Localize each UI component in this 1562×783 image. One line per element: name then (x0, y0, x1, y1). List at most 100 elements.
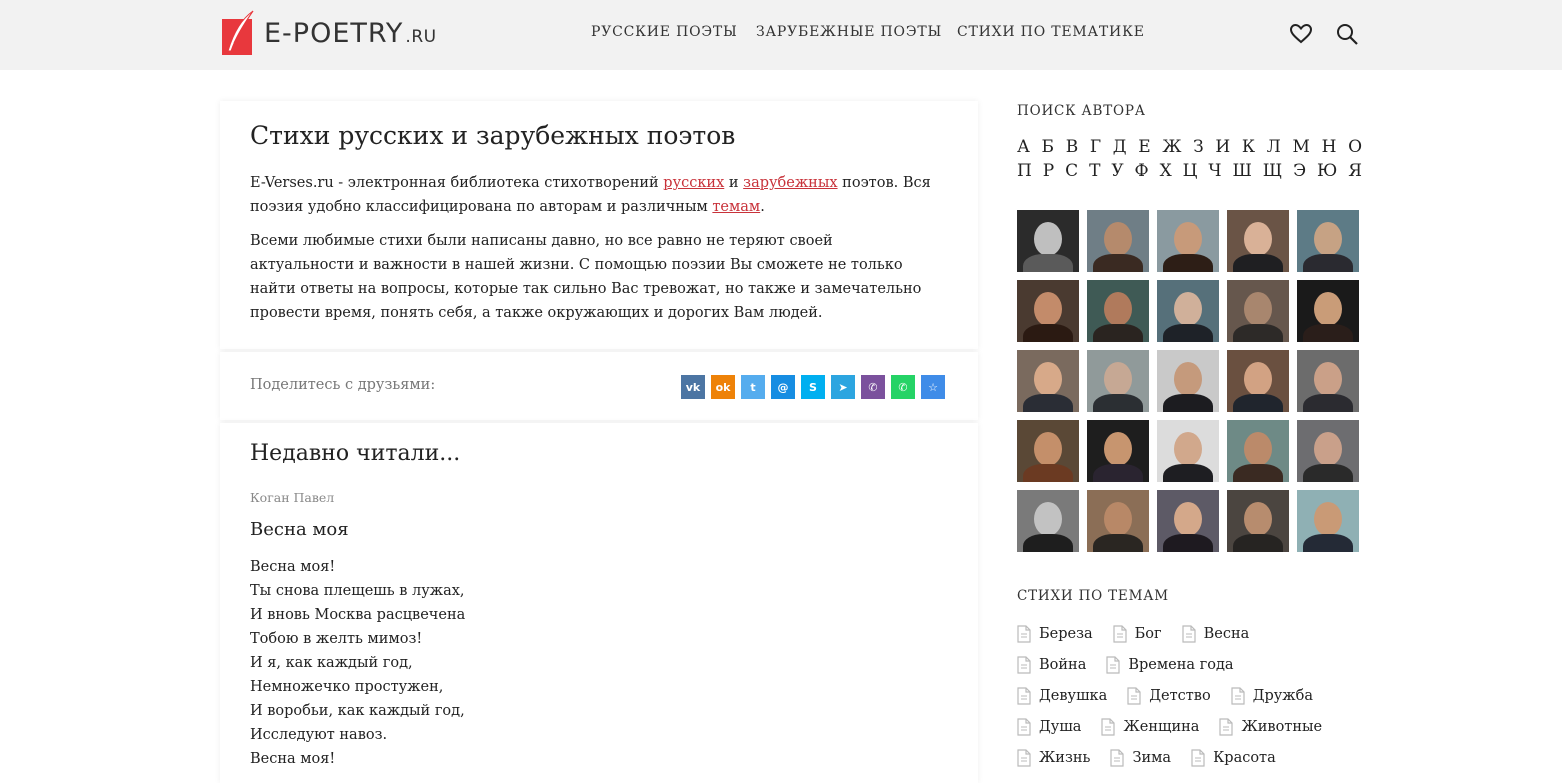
share-twitter-button[interactable]: t (741, 375, 765, 399)
author-portrait[interactable] (1297, 490, 1359, 552)
alphabet-letter[interactable]: Э (1293, 161, 1306, 181)
share-whatsapp-button[interactable]: ✆ (891, 375, 915, 399)
alphabet-letter[interactable]: У (1111, 161, 1123, 181)
link-russian[interactable]: русских (663, 175, 724, 191)
alphabet-letter[interactable]: Р (1043, 161, 1054, 181)
poem-title[interactable]: Весна моя (250, 519, 349, 540)
topic-link[interactable]: Времена года (1106, 655, 1234, 674)
topic-link[interactable]: Душа (1017, 717, 1081, 736)
alphabet-letter[interactable]: В (1066, 137, 1079, 157)
author-portrait[interactable] (1227, 490, 1289, 552)
author-portrait[interactable] (1017, 210, 1079, 272)
share-odnoklassniki-button[interactable]: ok (711, 375, 735, 399)
site-logo[interactable]: E-POETRY .RU (220, 8, 437, 58)
alphabet-letter[interactable]: Ш (1232, 161, 1251, 181)
topic-link[interactable]: Береза (1017, 624, 1093, 643)
alphabet-letter[interactable]: С (1065, 161, 1078, 181)
alphabet-letter[interactable]: М (1293, 137, 1310, 157)
author-portrait[interactable] (1017, 350, 1079, 412)
topic-link[interactable]: Бог (1113, 624, 1162, 643)
topic-link[interactable]: Девушка (1017, 686, 1107, 705)
nav-russian-poets[interactable]: РУССКИЕ ПОЭТЫ (591, 24, 738, 40)
author-portrait[interactable] (1297, 420, 1359, 482)
search-icon[interactable] (1335, 22, 1359, 46)
alphabet-letter[interactable]: Ц (1183, 161, 1198, 181)
author-portrait[interactable] (1297, 350, 1359, 412)
topic-label: Бог (1134, 625, 1162, 642)
alphabet-letter[interactable]: З (1193, 137, 1204, 157)
portrait-body (1233, 324, 1283, 342)
portrait-body (1023, 324, 1073, 342)
document-icon (1231, 686, 1245, 705)
share-viber-button[interactable]: ✆ (861, 375, 885, 399)
author-portrait[interactable] (1157, 210, 1219, 272)
alphabet-letter[interactable]: Ф (1135, 161, 1149, 181)
poem-line: Весна моя! (250, 751, 336, 767)
alphabet-letter[interactable]: Е (1138, 137, 1150, 157)
link-themes[interactable]: темам (712, 199, 760, 215)
share-vk-button[interactable]: vk (681, 375, 705, 399)
alphabet-letter[interactable]: Н (1322, 137, 1337, 157)
alphabet-letter[interactable]: Л (1267, 137, 1281, 157)
topic-link[interactable]: Дружба (1231, 686, 1313, 705)
link-foreign[interactable]: зарубежных (743, 175, 837, 191)
topic-link[interactable]: Животные (1219, 717, 1322, 736)
author-portrait[interactable] (1297, 210, 1359, 272)
document-icon (1219, 717, 1234, 736)
alphabet-letter[interactable]: Ж (1162, 137, 1181, 157)
author-portrait[interactable] (1227, 350, 1289, 412)
portrait-face (1174, 292, 1202, 326)
topic-link[interactable]: Зима (1110, 748, 1171, 767)
topic-link[interactable]: Война (1017, 655, 1086, 674)
alphabet-letter[interactable]: Х (1160, 161, 1172, 181)
alphabet-letter[interactable]: Я (1348, 161, 1362, 181)
author-portrait[interactable] (1087, 210, 1149, 272)
author-portrait[interactable] (1017, 490, 1079, 552)
portrait-body (1163, 534, 1213, 552)
alphabet-letter[interactable]: А (1017, 137, 1030, 157)
alphabet-letter[interactable]: Т (1089, 161, 1100, 181)
share-skype-button[interactable]: S (801, 375, 825, 399)
alphabet-letter[interactable]: П (1017, 161, 1032, 181)
alphabet-letter[interactable]: Ю (1317, 161, 1337, 181)
topic-link[interactable]: Женщина (1101, 717, 1199, 736)
author-portrait[interactable] (1227, 420, 1289, 482)
nav-poems-by-theme[interactable]: СТИХИ ПО ТЕМАТИКЕ (957, 24, 1145, 40)
topic-link[interactable]: Детство (1127, 686, 1211, 705)
alphabet-letter[interactable]: Ч (1208, 161, 1221, 181)
author-portrait[interactable] (1087, 420, 1149, 482)
nav-foreign-poets[interactable]: ЗАРУБЕЖНЫЕ ПОЭТЫ (756, 24, 942, 40)
author-portrait[interactable] (1157, 420, 1219, 482)
author-portrait[interactable] (1087, 350, 1149, 412)
alphabet-letter[interactable]: Г (1090, 137, 1101, 157)
author-portrait[interactable] (1297, 280, 1359, 342)
topic-label: Весна (1203, 625, 1250, 642)
topic-link[interactable]: Красота (1191, 748, 1276, 767)
alphabet-letter[interactable]: Б (1042, 137, 1055, 157)
topic-link[interactable]: Весна (1182, 624, 1250, 643)
author-portrait[interactable] (1087, 280, 1149, 342)
alphabet-letter[interactable]: И (1215, 137, 1230, 157)
document-icon (1182, 624, 1196, 643)
author-portrait[interactable] (1087, 490, 1149, 552)
share-card: Поделитесь с друзьями: vk ok t @ S ➤ ✆ ✆ ☆ (220, 352, 978, 420)
share-favorites-button[interactable]: ☆ (921, 375, 945, 399)
portrait-face (1174, 502, 1202, 536)
author-portrait[interactable] (1157, 490, 1219, 552)
author-portrait[interactable] (1017, 420, 1079, 482)
poem-author[interactable]: Коган Павел (250, 490, 334, 505)
author-portrait[interactable] (1017, 280, 1079, 342)
alphabet-letter[interactable]: Д (1113, 137, 1127, 157)
topic-link[interactable]: Жизнь (1017, 748, 1090, 767)
heart-icon[interactable] (1289, 22, 1313, 46)
author-portrait[interactable] (1227, 280, 1289, 342)
alphabet-letter[interactable]: К (1242, 137, 1255, 157)
alphabet-letter[interactable]: Щ (1263, 161, 1282, 181)
alphabet-letter[interactable]: О (1348, 137, 1362, 157)
share-mailru-button[interactable]: @ (771, 375, 795, 399)
share-label: Поделитесь с друзьями: (250, 377, 436, 393)
author-portrait[interactable] (1227, 210, 1289, 272)
author-portrait[interactable] (1157, 280, 1219, 342)
author-portrait[interactable] (1157, 350, 1219, 412)
share-telegram-button[interactable]: ➤ (831, 375, 855, 399)
